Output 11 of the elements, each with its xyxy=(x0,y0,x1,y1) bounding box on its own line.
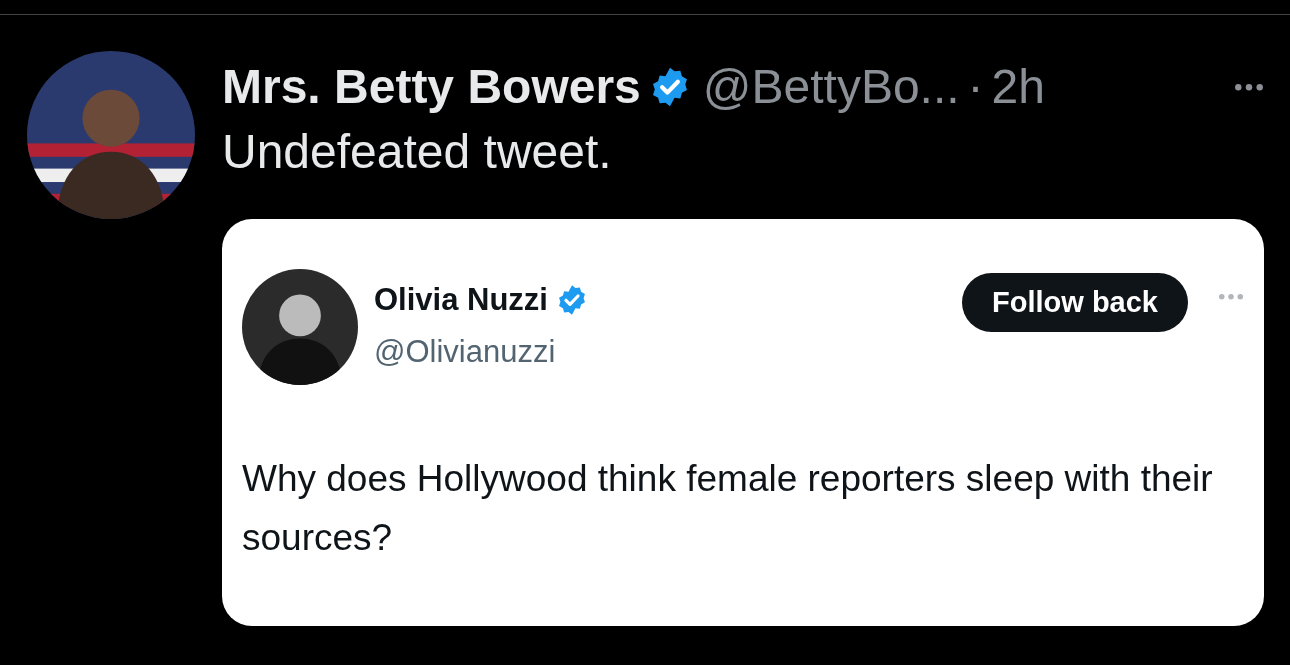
author-handle[interactable]: @BettyBo... xyxy=(702,51,960,123)
separator: · xyxy=(967,59,984,115)
post-text: Undefeated tweet. xyxy=(222,124,613,180)
post-time[interactable]: 2h xyxy=(991,51,1045,123)
author-name[interactable]: Olivia Nuzzi xyxy=(374,276,548,324)
author-handle[interactable]: @Olivianuzzi xyxy=(374,329,962,376)
more-options-icon[interactable] xyxy=(1234,82,1264,92)
author-name[interactable]: Mrs. Betty Bowers xyxy=(222,51,641,123)
quoted-post-card[interactable]: Olivia Nuzzi @Olivianuzzi Follow back Why does Hollywood think female reporters sleep with their sources? xyxy=(222,218,1264,626)
follow-back-button[interactable]: Follow back xyxy=(962,272,1188,333)
quoted-post-text: Why does Hollywood think female reporters sleep with their sources? xyxy=(242,456,1214,560)
